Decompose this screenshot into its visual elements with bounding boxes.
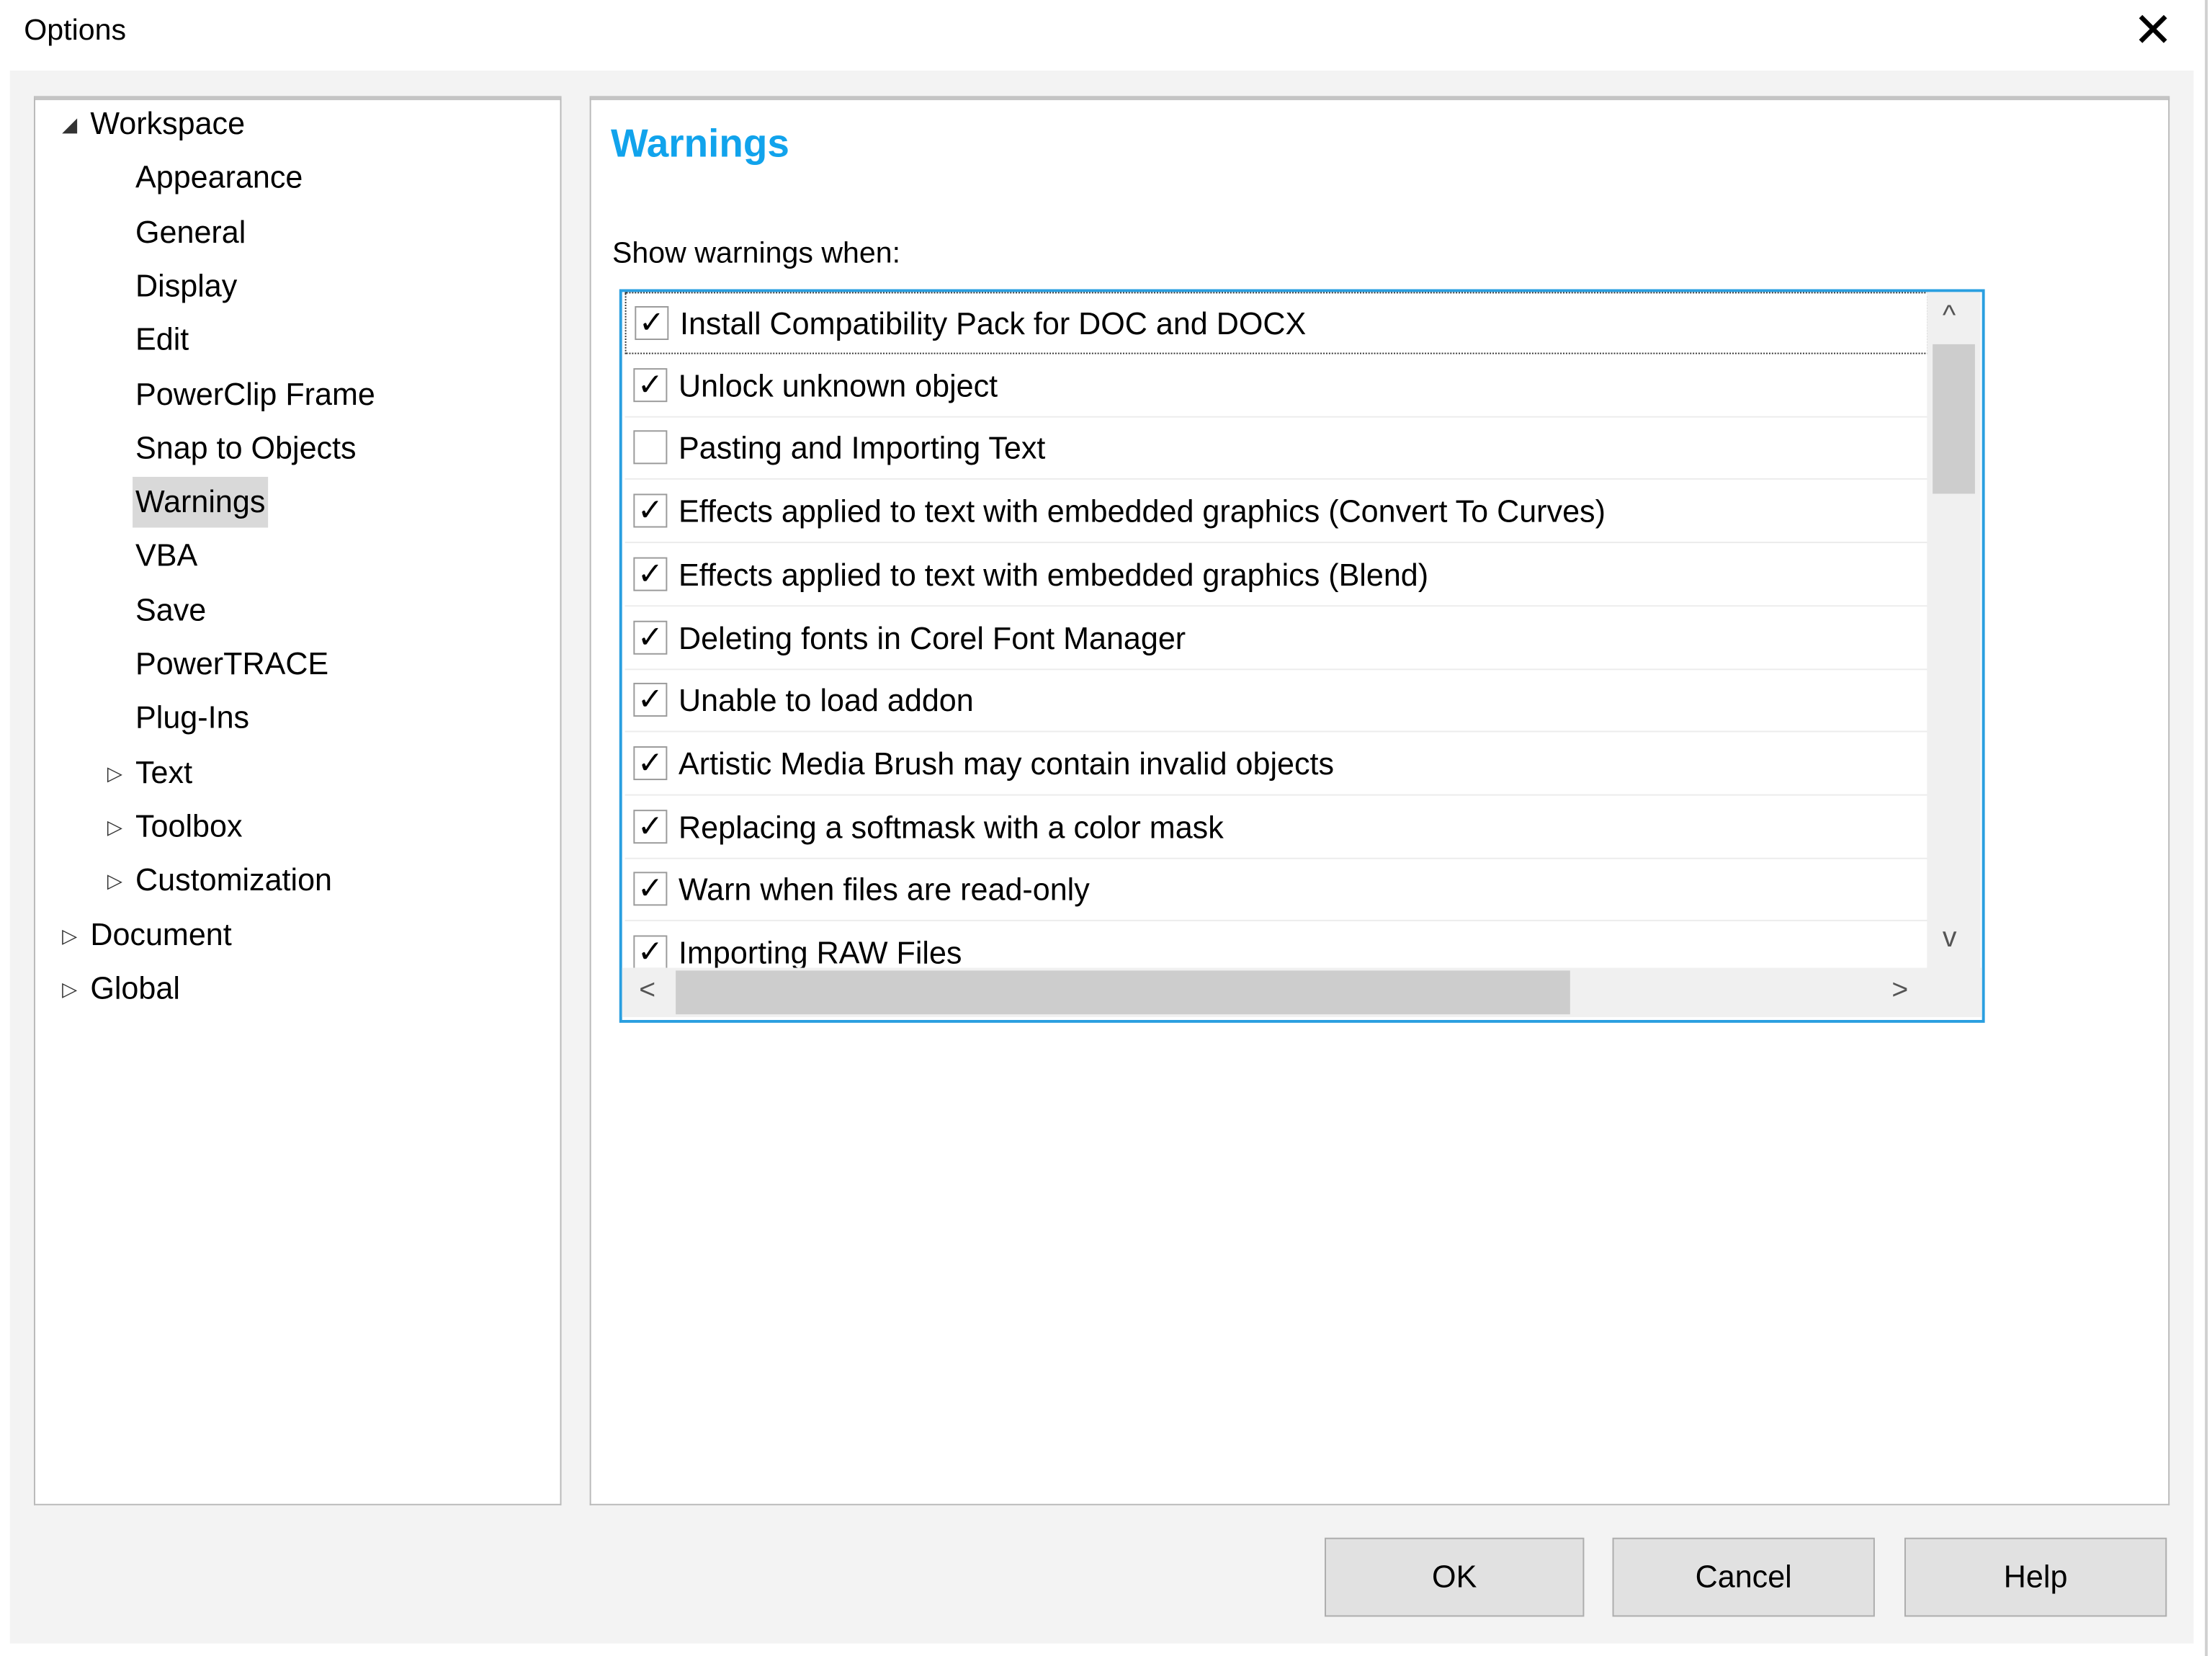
page-title: Warnings (611, 121, 789, 166)
warning-checkbox[interactable]: ✓ (633, 557, 668, 591)
scroll-left-icon[interactable]: < (639, 975, 655, 1007)
warning-label: Deleting fonts in Corel Font Manager (679, 619, 1186, 655)
warning-label: Pasting and Importing Text (679, 431, 1046, 467)
list-item[interactable]: ✓ Replacing a softmask with a color mask (624, 797, 1929, 859)
warning-label: Install Compatibility Pack for DOC and D… (679, 305, 1307, 341)
warning-label: Effects applied to text with embedded gr… (679, 493, 1606, 529)
scroll-right-icon[interactable]: > (1891, 975, 1908, 1007)
ok-button[interactable]: OK (1325, 1537, 1585, 1617)
warning-label: Unable to load addon (679, 683, 974, 719)
tree-item-powertrace[interactable]: PowerTRACE (133, 639, 331, 690)
scroll-up-icon[interactable]: ^ (1943, 300, 1956, 333)
tree-item-plug-ins[interactable]: Plug-Ins (133, 693, 252, 744)
list-item[interactable]: ✓ Effects applied to text with embedded g… (624, 481, 1929, 544)
tree-item-text[interactable]: Text (133, 747, 195, 798)
collapsed-arrow-icon[interactable]: ▷ (107, 801, 122, 852)
tree-item-snap-to-objects[interactable]: Snap to Objects (133, 423, 359, 474)
window-title: Options (24, 14, 127, 47)
show-warnings-label: Show warnings when: (612, 237, 901, 270)
list-item[interactable]: ✓ Install Compatibility Pack for DOC and … (624, 292, 1929, 354)
close-icon[interactable]: ✕ (2133, 3, 2173, 59)
warning-label: Replacing a softmask with a color mask (679, 809, 1224, 845)
tree-item-save[interactable]: Save (133, 585, 209, 636)
tree-item-document[interactable]: Document (87, 909, 234, 960)
list-item[interactable]: ✓ Deleting fonts in Corel Font Manager (624, 607, 1929, 670)
warning-label: Artistic Media Brush may contain invalid… (679, 746, 1335, 782)
warning-checkbox[interactable]: ✓ (633, 872, 668, 906)
warning-label: Warn when files are read-only (679, 872, 1090, 908)
warning-checkbox[interactable]: ✓ (633, 367, 668, 402)
options-dialog: Options ✕ Warnings Show warnings when: ✓… (0, 0, 2212, 1656)
window-edge (2205, 0, 2208, 1656)
tree-item-global[interactable]: Global (87, 963, 182, 1014)
tree-item-warnings[interactable]: Warnings (133, 477, 269, 528)
cancel-button[interactable]: Cancel (1612, 1537, 1875, 1617)
list-item[interactable]: ✓ Unable to load addon (624, 671, 1929, 733)
warning-label: Unlock unknown object (679, 367, 998, 403)
vertical-scroll-thumb[interactable] (1933, 344, 1975, 494)
warning-checkbox[interactable]: ✓ (635, 305, 669, 340)
warning-checkbox[interactable]: ✓ (633, 935, 668, 970)
list-item[interactable]: Pasting and Importing Text (624, 418, 1929, 480)
tree-item-general[interactable]: General (133, 207, 248, 258)
list-item[interactable]: ✓ Unlock unknown object (624, 355, 1929, 418)
tree-item-vba[interactable]: VBA (133, 531, 200, 582)
warnings-list[interactable]: ✓ Install Compatibility Pack for DOC and … (619, 289, 1985, 1023)
collapsed-arrow-icon[interactable]: ▷ (107, 747, 122, 798)
warning-checkbox[interactable] (633, 431, 668, 465)
collapsed-arrow-icon[interactable]: ▷ (62, 963, 77, 1014)
horizontal-scroll-thumb[interactable] (676, 970, 1570, 1015)
list-item[interactable]: ✓ Artistic Media Brush may contain invali… (624, 733, 1929, 796)
warning-checkbox[interactable]: ✓ (633, 809, 668, 843)
tree-item-edit[interactable]: Edit (133, 315, 192, 366)
list-item[interactable]: ✓ Effects applied to text with embedded g… (624, 545, 1929, 607)
tree-item-powerclip-frame[interactable]: PowerClip Frame (133, 369, 378, 420)
tree-item-toolbox[interactable]: Toolbox (133, 801, 245, 852)
collapsed-arrow-icon[interactable]: ▷ (107, 855, 122, 906)
expanded-arrow-icon[interactable]: ◢ (62, 99, 77, 150)
list-item[interactable]: ✓ Warn when files are read-only (624, 859, 1929, 922)
warning-label: Effects applied to text with embedded gr… (679, 557, 1429, 593)
tree-item-appearance[interactable]: Appearance (133, 153, 305, 204)
tree-item-display[interactable]: Display (133, 261, 240, 312)
scroll-down-icon[interactable]: v (1943, 923, 1957, 955)
warning-checkbox[interactable]: ✓ (633, 619, 668, 654)
warning-checkbox[interactable]: ✓ (633, 493, 668, 528)
warning-checkbox[interactable]: ✓ (633, 746, 668, 780)
tree-item-workspace[interactable]: Workspace (87, 99, 248, 150)
help-button[interactable]: Help (1904, 1537, 2167, 1617)
warning-checkbox[interactable]: ✓ (633, 683, 668, 717)
collapsed-arrow-icon[interactable]: ▷ (62, 909, 77, 960)
tree-item-customization[interactable]: Customization (133, 855, 335, 906)
